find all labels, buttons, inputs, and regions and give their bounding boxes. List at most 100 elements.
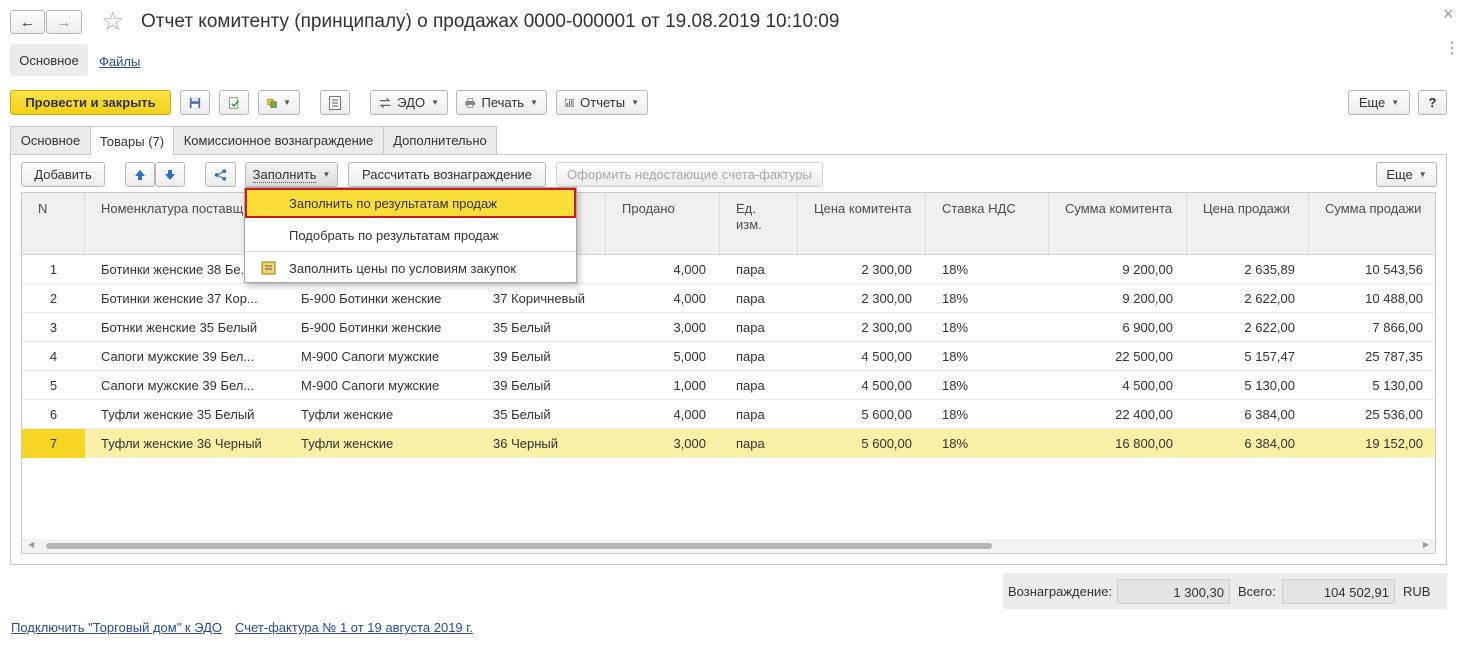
print-button[interactable]: Печать ▼	[456, 90, 547, 115]
cell-char[interactable]: 35 Белый	[477, 400, 606, 429]
cell-sum_c[interactable]: 9 200,00	[1049, 255, 1187, 284]
cell-nom2[interactable]: М-900 Сапоги мужские	[285, 342, 477, 371]
cell-price_s[interactable]: 2 622,00	[1187, 284, 1309, 313]
scrollbar-thumb[interactable]	[46, 543, 992, 549]
form-tab-main[interactable]: Основное	[10, 44, 88, 76]
fill-button[interactable]: Заполнить ▼	[245, 162, 338, 187]
cell-char[interactable]: 35 Белый	[477, 313, 606, 342]
journal-button[interactable]	[320, 90, 350, 115]
col-header-sale-price[interactable]: Цена продажи	[1187, 193, 1309, 255]
cell-sum_s[interactable]: 10 488,00	[1309, 284, 1435, 313]
cell-vat[interactable]: 18%	[926, 371, 1049, 400]
col-header-price-committent[interactable]: Цена комитента	[798, 193, 926, 255]
cell-nom[interactable]: Ботнки женские 35 Белый	[85, 313, 285, 342]
create-invoices-button[interactable]: Оформить недостающие счета-фактуры	[556, 162, 823, 187]
move-down-button[interactable]	[155, 162, 185, 187]
col-header-unit[interactable]: Ед. изм.	[720, 193, 798, 255]
close-icon[interactable]: ×	[1443, 4, 1454, 25]
cell-n[interactable]: 3	[22, 313, 85, 342]
cell-nom[interactable]: Туфли женские 35 Белый	[85, 400, 285, 429]
cell-sum_c[interactable]: 16 800,00	[1049, 429, 1187, 458]
table-row[interactable]: 5 Сапоги мужские 39 Бел... М-900 Сапоги му…	[22, 371, 1435, 400]
col-header-vat[interactable]: Ставка НДС	[926, 193, 1049, 255]
cell-vat[interactable]: 18%	[926, 400, 1049, 429]
scroll-right-icon[interactable]: ▶	[1423, 540, 1429, 549]
reports-button[interactable]: Отчеты ▼	[556, 90, 648, 115]
cell-unit[interactable]: пара	[720, 342, 798, 371]
col-header-sum-committent[interactable]: Сумма комитента	[1049, 193, 1187, 255]
cell-sum_s[interactable]: 25 787,35	[1309, 342, 1435, 371]
cell-sum_s[interactable]: 25 536,00	[1309, 400, 1435, 429]
reward-field[interactable]: 1 300,30	[1117, 579, 1230, 604]
cell-nom2[interactable]: Туфли женские	[285, 429, 477, 458]
calc-reward-button[interactable]: Рассчитать вознаграждение	[348, 162, 546, 187]
cell-sum_s[interactable]: 7 866,00	[1309, 313, 1435, 342]
cell-price_c[interactable]: 5 600,00	[798, 400, 926, 429]
cell-sold[interactable]: 4,000	[606, 284, 720, 313]
cell-nom2[interactable]: Б-900 Ботинки женские	[285, 284, 477, 313]
cell-nom2[interactable]: Б-900 Ботинки женские	[285, 313, 477, 342]
structure-button[interactable]	[205, 162, 236, 187]
cell-sum_s[interactable]: 5 130,00	[1309, 371, 1435, 400]
menu-item-fill-by-sales[interactable]: Заполнить по результатам продаж	[245, 188, 576, 218]
save-button[interactable]	[180, 90, 210, 115]
tab-additional[interactable]: Дополнительно	[383, 126, 497, 154]
cell-vat[interactable]: 18%	[926, 313, 1049, 342]
col-header-sold[interactable]: Продано	[606, 193, 720, 255]
post-and-close-button[interactable]: Провести и закрыть	[10, 90, 171, 115]
cell-price_s[interactable]: 6 384,00	[1187, 429, 1309, 458]
col-header-n[interactable]: N	[22, 193, 85, 255]
total-field[interactable]: 104 502,91	[1282, 579, 1395, 604]
cell-vat[interactable]: 18%	[926, 284, 1049, 313]
col-header-sale-sum[interactable]: Сумма продажи	[1309, 193, 1435, 255]
cell-sold[interactable]: 4,000	[606, 255, 720, 284]
cell-sum_c[interactable]: 6 900,00	[1049, 313, 1187, 342]
invoice-link[interactable]: Счет-фактура № 1 от 19 августа 2019 г.	[235, 620, 473, 635]
cell-sum_c[interactable]: 22 500,00	[1049, 342, 1187, 371]
cell-sold[interactable]: 3,000	[606, 429, 720, 458]
cell-sum_s[interactable]: 19 152,00	[1309, 429, 1435, 458]
cell-sold[interactable]: 3,000	[606, 313, 720, 342]
cell-sold[interactable]: 5,000	[606, 342, 720, 371]
cell-price_s[interactable]: 5 157,47	[1187, 342, 1309, 371]
table-row[interactable]: 6 Туфли женские 35 Белый Туфли женские 35 Б…	[22, 400, 1435, 429]
cell-char[interactable]: 36 Черный	[477, 429, 606, 458]
cell-n[interactable]: 2	[22, 284, 85, 313]
cell-vat[interactable]: 18%	[926, 429, 1049, 458]
menu-item-fill-prices[interactable]: Заполнить цены по условиям закупок	[245, 253, 576, 283]
cell-price_c[interactable]: 2 300,00	[798, 284, 926, 313]
cell-sum_c[interactable]: 22 400,00	[1049, 400, 1187, 429]
cell-unit[interactable]: пара	[720, 255, 798, 284]
table-more-button[interactable]: Еще ▼	[1376, 162, 1437, 187]
cell-price_s[interactable]: 2 635,89	[1187, 255, 1309, 284]
tab-commission[interactable]: Комиссионное вознаграждение	[173, 126, 384, 154]
cell-price_s[interactable]: 6 384,00	[1187, 400, 1309, 429]
move-up-button[interactable]	[125, 162, 155, 187]
tab-goods[interactable]: Товары (7)	[90, 126, 174, 155]
favorite-star-icon[interactable]: ☆	[101, 6, 124, 37]
cell-nom2[interactable]: М-900 Сапоги мужские	[285, 371, 477, 400]
cell-unit[interactable]: пара	[720, 313, 798, 342]
cell-n[interactable]: 4	[22, 342, 85, 371]
cell-sum_c[interactable]: 4 500,00	[1049, 371, 1187, 400]
cell-nom[interactable]: Ботинки женские 37 Кор...	[85, 284, 285, 313]
cell-sum_s[interactable]: 10 543,56	[1309, 255, 1435, 284]
cell-nom[interactable]: Сапоги мужские 39 Бел...	[85, 342, 285, 371]
table-row[interactable]: 7 Туфли женские 36 Черный Туфли женские 36 …	[22, 429, 1435, 458]
table-row[interactable]: 3 Ботнки женские 35 Белый Б-900 Ботинки же…	[22, 313, 1435, 342]
cell-char[interactable]: 39 Белый	[477, 342, 606, 371]
tab-main[interactable]: Основное	[10, 126, 91, 154]
table-row[interactable]: 2 Ботинки женские 37 Кор... Б-900 Ботинки …	[22, 284, 1435, 313]
horizontal-scrollbar[interactable]: ◀ ▶	[22, 539, 1435, 553]
cell-vat[interactable]: 18%	[926, 255, 1049, 284]
forward-button[interactable]: →	[46, 10, 82, 34]
cell-unit[interactable]: пара	[720, 429, 798, 458]
cell-vat[interactable]: 18%	[926, 342, 1049, 371]
post-button[interactable]	[219, 90, 249, 115]
cell-unit[interactable]: пара	[720, 371, 798, 400]
table-row[interactable]: 4 Сапоги мужские 39 Бел... М-900 Сапоги му…	[22, 342, 1435, 371]
add-row-button[interactable]: Добавить	[21, 162, 105, 187]
table-row[interactable]: 1 Ботинки женские 38 Бе... 4,000 пара 2 300,…	[22, 255, 1435, 284]
cell-n[interactable]: 7	[22, 429, 85, 458]
more-button[interactable]: Еще ▼	[1348, 90, 1410, 115]
